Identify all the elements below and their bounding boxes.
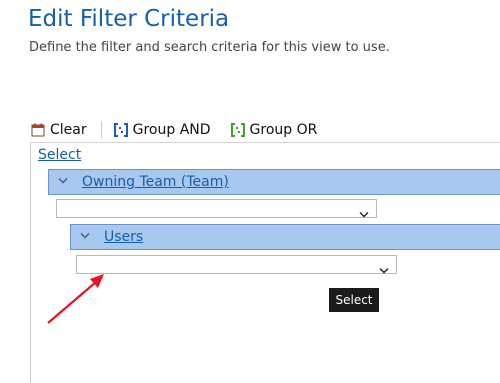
- group-header-users: Users: [70, 224, 500, 250]
- users-field-dropdown[interactable]: [76, 255, 397, 274]
- page-title: Edit Filter Criteria: [28, 6, 230, 32]
- owning-team-link[interactable]: Owning Team (Team): [82, 174, 229, 190]
- group-and-button[interactable]: Group AND: [113, 122, 211, 138]
- annotation-arrow-icon: [47, 274, 104, 324]
- group-or-button[interactable]: Group OR: [230, 122, 318, 138]
- toolbar-divider: [100, 122, 102, 138]
- chevron-down-icon[interactable]: [80, 232, 94, 243]
- select-tooltip: Select: [329, 288, 379, 312]
- clear-label: Clear: [50, 122, 87, 138]
- clear-icon: [31, 123, 45, 137]
- group-header-owning-team: Owning Team (Team): [48, 169, 500, 195]
- group-and-label: Group AND: [132, 122, 211, 138]
- group-or-label: Group OR: [249, 122, 318, 138]
- group-or-icon: [230, 123, 245, 137]
- chevron-down-icon: [379, 260, 389, 274]
- owning-team-field-dropdown[interactable]: [56, 199, 377, 218]
- chevron-down-icon: [359, 204, 369, 218]
- group-and-icon: [113, 123, 128, 137]
- select-field-link[interactable]: Select: [38, 147, 81, 163]
- filter-toolbar: Clear Group AND Group OR: [31, 119, 317, 141]
- chevron-down-icon[interactable]: [58, 177, 72, 188]
- clear-button[interactable]: Clear: [31, 122, 87, 138]
- page-subtitle: Define the filter and search criteria fo…: [29, 40, 390, 55]
- users-link[interactable]: Users: [104, 229, 143, 245]
